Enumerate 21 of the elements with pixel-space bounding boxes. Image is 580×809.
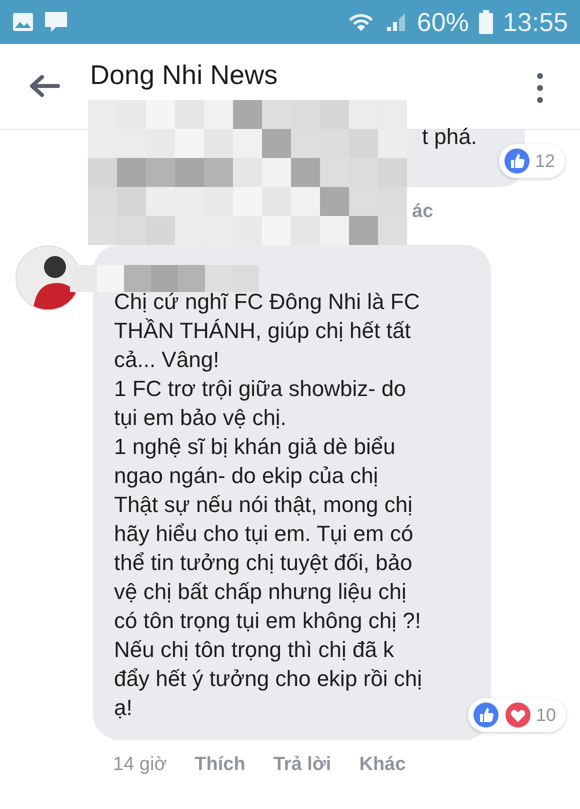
like-icon (502, 147, 531, 175)
reaction-count: 12 (534, 150, 555, 172)
comment-text: t phá. (422, 124, 477, 150)
like-icon (472, 701, 500, 729)
comment-action-link[interactable]: Khác (359, 754, 406, 776)
comment-action-link[interactable]: Thích (194, 754, 246, 776)
battery-percent: 60% (416, 6, 469, 38)
battery-icon (478, 10, 493, 34)
page-title: Dong Nhi News (90, 60, 278, 91)
back-button[interactable] (28, 74, 60, 98)
comment-action-link[interactable]: ác (412, 201, 434, 223)
message-icon (44, 11, 68, 33)
clock-time: 13:55 (502, 6, 568, 38)
wifi-icon (346, 11, 375, 33)
comment-action-link[interactable]: Trả lời (273, 754, 332, 776)
image-icon (12, 12, 34, 32)
reaction-count: 10 (536, 704, 556, 726)
signal-icon (384, 11, 407, 33)
comment-time: 14 giờ (113, 754, 167, 776)
comment-text: Chị cứ nghĩ FC Đông Nhi là FC THẦN THÁNH, giúp chị hết tất cả... Vâng! 1 FC trơ trội giữa showbiz- do tụi em bảo vệ chị. 1 nghệ sĩ bị khán giả dè biểu ngao ngán- do ekip của chị Thật sự nếu nói thật, mong chị hãy hiểu cho tụi em. Tụi em có thể tin tưởng chị tuyệt đối, bảo vệ chị bất chấp nhưng liệu chị có tôn trọng tụi em không chị ?! Nếu chị tôn trọng thì chị đã k đẩy hết ý tưởng cho ekip rồi chị ạ! (114, 288, 423, 722)
more-options-button[interactable] (536, 72, 544, 104)
